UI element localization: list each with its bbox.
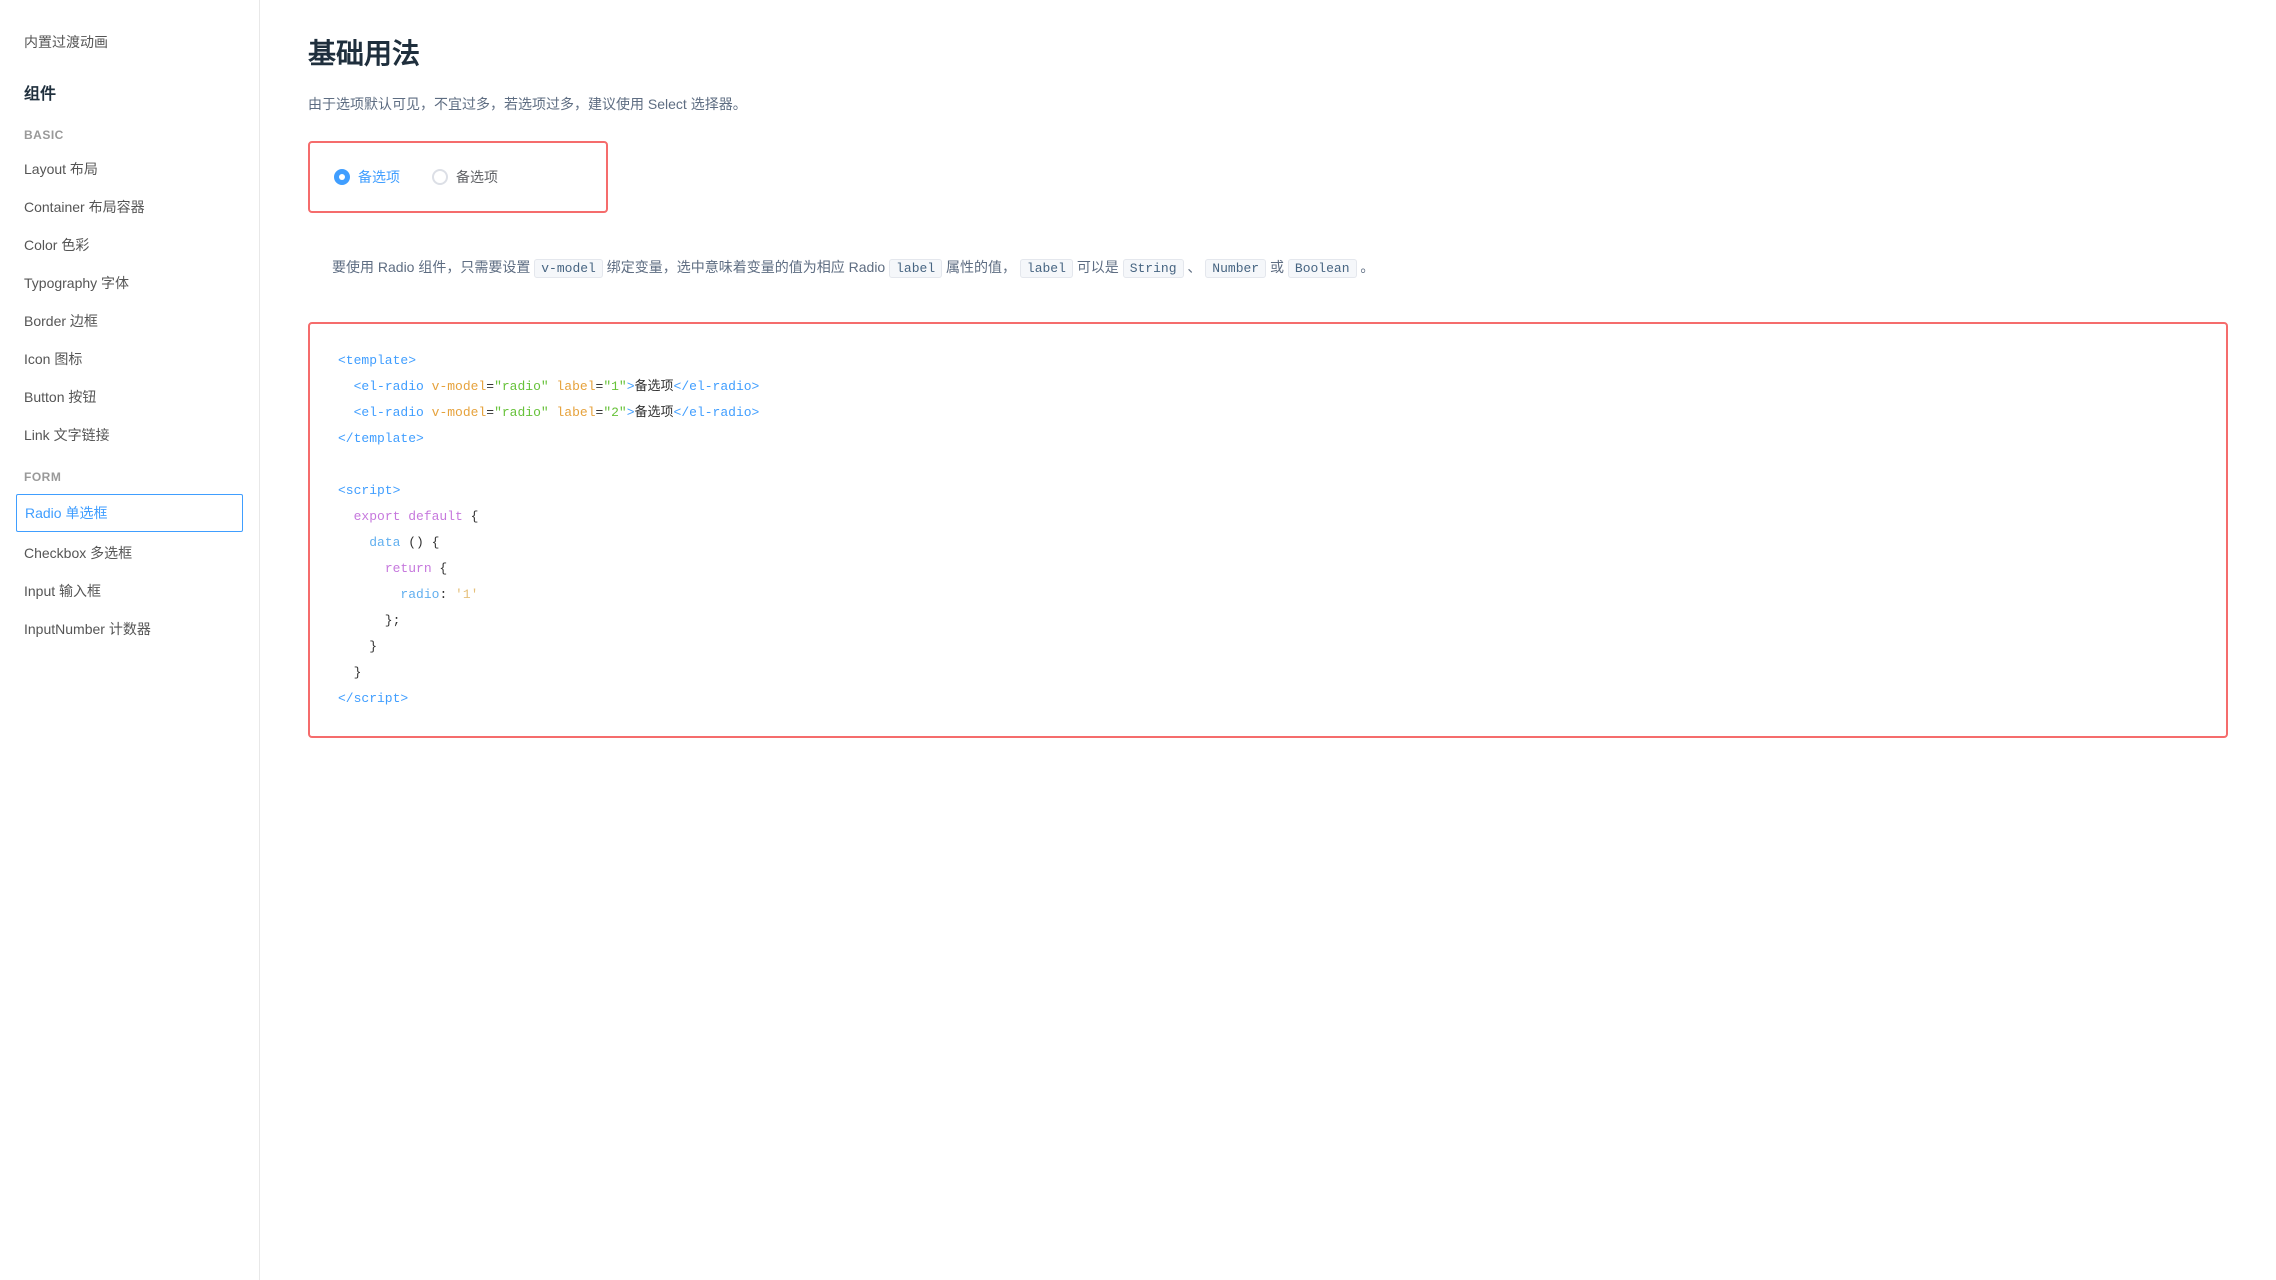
sidebar-item-icon[interactable]: Icon 图标: [0, 340, 259, 378]
radio-label-2: 备选项: [456, 167, 498, 187]
code-line-2: <el-radio v-model="radio" label="1">备选项<…: [338, 374, 2198, 400]
desc-text-4: 可以是: [1077, 259, 1119, 275]
demo-box: 备选项 备选项: [308, 141, 608, 213]
desc-text-1: 要使用 Radio 组件，只需要设置: [332, 259, 530, 275]
desc-code-string: String: [1123, 259, 1184, 278]
desc-code-boolean: Boolean: [1288, 259, 1357, 278]
sidebar-item-button[interactable]: Button 按钮: [0, 378, 259, 416]
sidebar-item-border[interactable]: Border 边框: [0, 302, 259, 340]
desc-text-5: 、: [1187, 259, 1201, 275]
desc-code-vmodel: v-model: [534, 259, 603, 278]
code-line-9: return {: [338, 556, 2198, 582]
sidebar-item-input[interactable]: Input 输入框: [0, 572, 259, 610]
code-block: <template> <el-radio v-model="radio" lab…: [308, 322, 2228, 738]
radio-group: 备选项 备选项: [334, 167, 582, 187]
radio-label-1: 备选项: [358, 167, 400, 187]
code-line-7: export default {: [338, 504, 2198, 530]
sidebar-item-typography[interactable]: Typography 字体: [0, 264, 259, 302]
sidebar-section-basic: Basic: [0, 112, 259, 150]
sidebar-item-inputnumber[interactable]: InputNumber 计数器: [0, 610, 259, 648]
radio-circle-2: [432, 169, 448, 185]
radio-item-1[interactable]: 备选项: [334, 167, 400, 187]
sidebar: 内置过渡动画 组件 Basic Layout 布局 Container 布局容器…: [0, 0, 260, 1280]
sidebar-item-radio[interactable]: Radio 单选框: [16, 494, 243, 532]
desc-code-number: Number: [1205, 259, 1266, 278]
code-line-3: <el-radio v-model="radio" label="2">备选项<…: [338, 400, 2198, 426]
sidebar-item-layout[interactable]: Layout 布局: [0, 150, 259, 188]
sidebar-item-checkbox[interactable]: Checkbox 多选框: [0, 534, 259, 572]
desc-text-6: 或: [1270, 259, 1284, 275]
sidebar-item-color[interactable]: Color 色彩: [0, 226, 259, 264]
code-line-12: }: [338, 634, 2198, 660]
sidebar-section-form: Form: [0, 454, 259, 492]
desc-text-3: 属性的值，: [946, 259, 1016, 275]
code-line-6: <script>: [338, 478, 2198, 504]
code-line-10: radio: '1': [338, 582, 2198, 608]
page-title: 基础用法: [308, 32, 2228, 72]
page-description: 由于选项默认可见，不宜过多，若选项过多，建议使用 Select 选择器。: [308, 92, 2228, 117]
code-line-1: <template>: [338, 348, 2198, 374]
desc-code-label2: label: [1020, 259, 1073, 278]
description-block: 要使用 Radio 组件，只需要设置 v-model 绑定变量，选中意味着变量的…: [308, 237, 2228, 298]
code-line-5: [338, 452, 2198, 478]
code-line-13: }: [338, 660, 2198, 686]
desc-code-label1: label: [889, 259, 942, 278]
code-line-4: </template>: [338, 426, 2198, 452]
sidebar-item-container[interactable]: Container 布局容器: [0, 188, 259, 226]
sidebar-item-link[interactable]: Link 文字链接: [0, 416, 259, 454]
desc-text-2: 绑定变量，选中意味着变量的值为相应 Radio: [607, 259, 885, 275]
code-line-8: data () {: [338, 530, 2198, 556]
sidebar-label-zujian: 组件: [24, 86, 56, 103]
radio-circle-1: [334, 169, 350, 185]
main-content: 基础用法 由于选项默认可见，不宜过多，若选项过多，建议使用 Select 选择器…: [260, 0, 2276, 1280]
desc-text-7: 。: [1360, 259, 1374, 275]
radio-item-2[interactable]: 备选项: [432, 167, 498, 187]
sidebar-item-transition[interactable]: 内置过渡动画: [0, 24, 259, 60]
code-line-14: </script>: [338, 686, 2198, 712]
code-line-11: };: [338, 608, 2198, 634]
